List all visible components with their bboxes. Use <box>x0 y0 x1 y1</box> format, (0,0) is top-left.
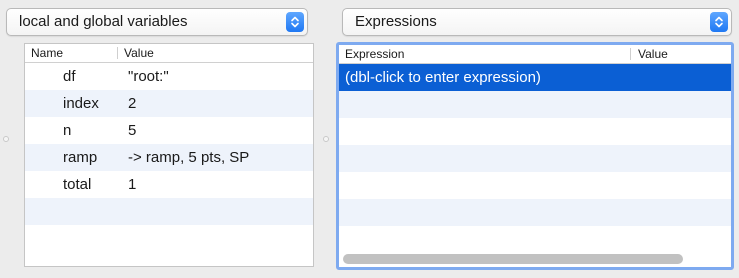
variable-value: -> ramp, 5 pts, SP <box>128 149 250 166</box>
empty-row <box>339 145 731 172</box>
table-row[interactable]: index 2 <box>25 90 313 117</box>
empty-row <box>339 91 731 118</box>
empty-row <box>339 118 731 145</box>
expressions-popup-label: Expressions <box>355 13 437 30</box>
column-divider[interactable] <box>117 47 118 59</box>
variable-name: index <box>63 95 99 112</box>
variable-value: "root:" <box>128 68 169 85</box>
column-divider[interactable] <box>630 48 631 60</box>
expression-column-header[interactable]: Expression <box>345 45 404 63</box>
variable-value: 2 <box>128 95 137 112</box>
expressions-table: Expression Value (dbl-click to enter exp… <box>336 42 734 270</box>
variables-scope-popup[interactable]: local and global variables <box>6 8 308 36</box>
value-column-header[interactable]: Value <box>124 44 154 62</box>
table-row[interactable]: n 5 <box>25 117 313 144</box>
variable-name: df <box>63 68 76 85</box>
variables-table-header: Name Value <box>25 44 313 63</box>
expression-placeholder: (dbl-click to enter expression) <box>345 69 541 86</box>
variable-name: n <box>63 122 72 139</box>
variable-name: ramp <box>63 149 98 166</box>
variable-name: total <box>63 176 92 193</box>
variables-table-rows: df "root:" index 2 n 5 ramp -> ramp, 5 p… <box>25 63 313 252</box>
table-row[interactable]: (dbl-click to enter expression) <box>339 64 731 91</box>
name-column-header[interactable]: Name <box>31 44 63 62</box>
variables-scope-popup-label: local and global variables <box>19 13 188 30</box>
table-row[interactable]: ramp -> ramp, 5 pts, SP <box>25 144 313 171</box>
popup-arrows-icon <box>710 12 728 32</box>
expressions-table-header: Expression Value <box>339 45 731 64</box>
value-column-header[interactable]: Value <box>638 45 668 63</box>
empty-row <box>339 172 731 199</box>
empty-row <box>25 225 313 252</box>
empty-row <box>339 226 731 253</box>
left-splitter-handle[interactable] <box>3 136 9 142</box>
expressions-popup[interactable]: Expressions <box>342 8 732 36</box>
variable-value: 1 <box>128 176 137 193</box>
variable-value: 5 <box>128 122 137 139</box>
horizontal-scrollbar[interactable] <box>343 254 683 264</box>
empty-row <box>339 199 731 226</box>
popup-arrows-icon <box>286 12 304 32</box>
expressions-table-rows: (dbl-click to enter expression) <box>339 64 731 253</box>
variables-table: Name Value df "root:" index 2 n 5 ramp -… <box>24 43 314 267</box>
table-row[interactable]: total 1 <box>25 171 313 198</box>
middle-splitter-handle[interactable] <box>323 136 329 142</box>
table-row[interactable]: df "root:" <box>25 63 313 90</box>
empty-row <box>25 198 313 225</box>
